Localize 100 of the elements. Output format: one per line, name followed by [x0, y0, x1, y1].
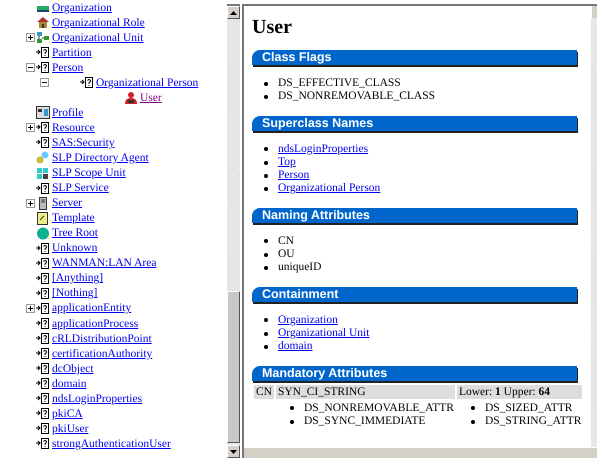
tree-item-link[interactable]: WANMAN:LAN Area — [52, 257, 156, 270]
tree-item-link[interactable]: [Anything] — [52, 272, 104, 284]
question-box-icon — [36, 61, 50, 74]
tree-item-link[interactable]: SLP Scope Unit — [52, 167, 126, 180]
tree-item-link[interactable]: Template — [52, 212, 95, 224]
list-link[interactable]: domain — [278, 340, 312, 354]
tree-item-link[interactable]: Resource — [52, 122, 95, 134]
question-box-icon — [36, 242, 50, 255]
tree-item-link[interactable]: Server — [52, 197, 82, 210]
expand-toggle[interactable] — [26, 123, 35, 132]
table-cell: CN — [254, 384, 274, 399]
network-icon — [36, 31, 50, 44]
tree-item-link[interactable]: strongAuthenticationUser — [52, 438, 171, 450]
list-item: DS_EFFECTIVE_CLASS — [278, 77, 401, 90]
globe-icon — [36, 226, 50, 240]
question-box-icon — [36, 256, 50, 270]
tree-item-link[interactable]: pkiUser — [52, 422, 88, 435]
tree-item-link[interactable]: Organization — [52, 2, 112, 14]
tree-item-link[interactable]: Unknown — [52, 242, 98, 254]
tree-item-link[interactable]: Person — [52, 62, 84, 74]
scrollbar[interactable] — [227, 4, 240, 458]
bullet-icon — [264, 82, 268, 86]
tree-item-link[interactable]: applicationEntity — [52, 302, 132, 314]
list-item: DS_STRING_ATTR — [484, 414, 582, 428]
tree-item-link[interactable]: ndsLoginProperties — [52, 392, 142, 405]
question-box-icon — [36, 437, 50, 450]
bullet-icon — [264, 266, 268, 270]
list-item: OU — [278, 248, 295, 262]
question-box-icon — [36, 182, 50, 195]
question-box-icon — [36, 302, 50, 315]
bullet-icon — [264, 344, 268, 349]
tree-item-link[interactable]: Organizational Role — [52, 16, 145, 29]
bullet-icon — [264, 187, 268, 192]
panel-icon — [36, 106, 50, 120]
question-box-icon — [36, 377, 50, 390]
list-item: DS_SYNC_IMMEDIATE — [304, 414, 426, 428]
section-header: Class Flags — [252, 50, 577, 65]
list-link[interactable]: Person — [278, 169, 310, 182]
tree-item-link[interactable]: SAS:Security — [52, 136, 115, 149]
bullet-icon — [264, 94, 268, 99]
bullet-icon — [264, 174, 268, 178]
list-item: CN — [278, 234, 294, 248]
tree-item-link[interactable]: dcObject — [52, 362, 94, 375]
tree-item-link[interactable]: cRLDistributionPoint — [52, 332, 152, 345]
question-box-icon — [36, 46, 50, 60]
tree-item-link[interactable]: Profile — [52, 106, 84, 119]
question-box-icon — [36, 332, 50, 346]
tree-item-link[interactable]: Tree Root — [52, 227, 98, 240]
section-header: Mandatory Attributes — [252, 366, 577, 381]
question-box-icon — [80, 76, 94, 90]
expand-toggle[interactable] — [26, 198, 35, 208]
scroll-thumb[interactable] — [227, 291, 240, 443]
server-icon — [36, 196, 50, 210]
expand-toggle[interactable] — [26, 33, 35, 42]
question-box-icon — [36, 272, 50, 285]
list-link[interactable]: Organizational Unit — [278, 326, 370, 340]
tree-item-link[interactable]: [Nothing] — [52, 287, 98, 300]
list-link[interactable]: Top — [278, 156, 296, 170]
question-box-icon — [36, 422, 50, 436]
expand-toggle[interactable] — [40, 78, 49, 88]
tree-item-link[interactable]: Organizational Person — [96, 76, 198, 89]
bullet-icon — [290, 406, 294, 410]
bullet-icon — [290, 420, 294, 424]
section-header: Superclass Names — [252, 116, 577, 131]
list-link[interactable]: Organizational Person — [278, 182, 380, 196]
bullet-icon — [264, 332, 268, 336]
tree-item-link[interactable]: SLP Service — [52, 182, 109, 194]
list-link[interactable]: Organization — [278, 314, 338, 327]
tree-item-link[interactable]: certificationAuthority — [52, 348, 152, 360]
question-box-icon — [36, 392, 50, 406]
list-item: DS_SIZED_ATTR — [484, 402, 572, 415]
tree-item-link[interactable]: Partition — [52, 46, 92, 59]
person-icon — [124, 91, 138, 104]
list-link[interactable]: ndsLoginProperties — [278, 142, 368, 156]
list-item: DS_NONREMOVABLE_CLASS — [278, 90, 435, 104]
bullet-icon — [264, 239, 268, 244]
table-cell: Lower: 1 Upper: 64 — [456, 384, 582, 399]
tree-item-link[interactable]: SLP Directory Agent — [52, 152, 149, 164]
question-box-icon — [36, 347, 50, 360]
bullet-icon — [264, 147, 268, 152]
scroll-down-icon[interactable] — [227, 445, 240, 458]
scrollbar[interactable] — [591, 6, 597, 448]
list-item: uniqueID — [278, 261, 322, 275]
tree-item-link[interactable]: pkiCA — [52, 408, 83, 420]
section-header: Naming Attributes — [252, 208, 577, 223]
question-box-icon — [36, 362, 50, 376]
expand-toggle[interactable] — [26, 63, 35, 72]
tree-item-link[interactable]: Organizational Unit — [52, 32, 144, 44]
table-cell: SYN_CI_STRING — [276, 384, 455, 399]
question-box-icon — [36, 121, 50, 134]
question-box-icon — [36, 136, 50, 150]
scroll-up-icon[interactable] — [227, 6, 240, 19]
question-box-icon — [36, 286, 50, 300]
tree-item-link[interactable]: domain — [52, 378, 86, 390]
house-icon — [36, 16, 50, 30]
tree-item-link[interactable]: applicationProcess — [52, 318, 138, 330]
question-box-icon — [36, 317, 50, 330]
expand-toggle[interactable] — [26, 304, 35, 313]
bullet-icon — [264, 318, 268, 322]
tree-item-link[interactable]: User — [140, 92, 162, 104]
